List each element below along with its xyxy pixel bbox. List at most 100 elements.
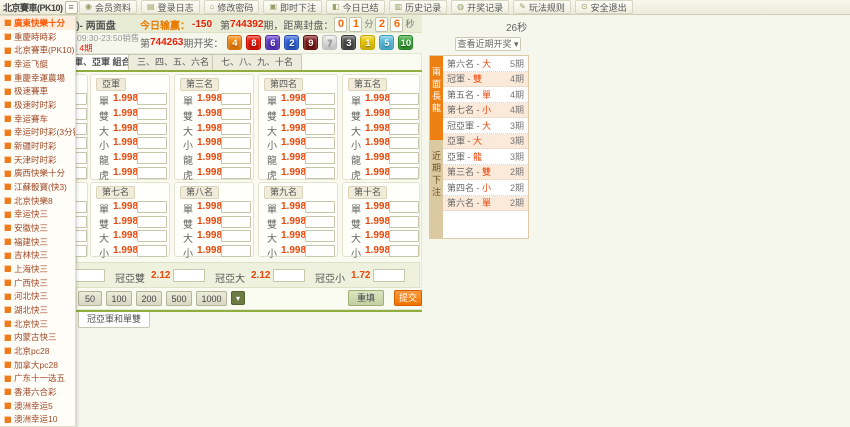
sum-bet-amount-input[interactable] xyxy=(173,269,205,282)
sidebar-item[interactable]: 极速时时彩 xyxy=(0,98,75,112)
bet-amount-input[interactable] xyxy=(389,137,419,149)
bet-amount-input[interactable] xyxy=(137,167,167,179)
sum-bet-amount-input[interactable] xyxy=(273,269,305,282)
sidebar-item[interactable]: 澳洲幸运5 xyxy=(0,399,75,413)
sidebar-item[interactable]: 广东十一选五 xyxy=(0,371,75,385)
sidebar-item[interactable]: 福建快三 xyxy=(0,235,75,249)
sidebar-item[interactable]: 香港六合彩 xyxy=(0,385,75,399)
sidebar-item[interactable]: 廣西快樂十分 xyxy=(0,166,75,180)
tab-bet-section[interactable]: 三、四、五、六名 xyxy=(128,54,218,70)
sidebar-item[interactable]: 极速賽車 xyxy=(0,84,75,98)
toolbar-button[interactable]: ◉会员资料 xyxy=(79,0,137,14)
bet-amount-input[interactable] xyxy=(221,167,251,179)
bet-amount-input[interactable] xyxy=(221,245,251,257)
toolbar-button[interactable]: ▥历史记录 xyxy=(389,0,448,14)
toolbar-button[interactable]: ◧今日已结 xyxy=(326,0,385,14)
chip-500[interactable]: 500 xyxy=(166,291,192,306)
bet-amount-input[interactable] xyxy=(221,201,251,213)
chip-1000[interactable]: 1000 xyxy=(196,291,227,306)
bet-amount-input[interactable] xyxy=(221,123,251,135)
sidebar-item[interactable]: 澳洲幸运10 xyxy=(0,412,75,426)
streak-panel-tab[interactable]: 近期下注 xyxy=(430,140,443,238)
toolbar-button[interactable]: ▣即时下注 xyxy=(263,0,322,14)
submit-button[interactable]: 提交 xyxy=(394,290,422,306)
sidebar-item[interactable]: 北京賽車(PK10) xyxy=(0,43,75,57)
sidebar-item[interactable]: 上海快三 xyxy=(0,262,75,276)
bet-amount-input[interactable] xyxy=(305,201,335,213)
bet-amount-input[interactable] xyxy=(221,93,251,105)
sidebar-item[interactable]: 北京pc28 xyxy=(0,344,75,358)
toolbar-button[interactable]: ⌂修改密码 xyxy=(204,0,260,14)
bet-amount-input[interactable] xyxy=(137,123,167,135)
sidebar-item[interactable]: 内蒙古快三 xyxy=(0,330,75,344)
toolbar-button[interactable]: ▤登录日志 xyxy=(141,0,200,14)
bet-amount-input[interactable] xyxy=(389,93,419,105)
sidebar-item[interactable]: 幸运快三 xyxy=(0,207,75,221)
bet-amount-input[interactable] xyxy=(305,108,335,120)
bet-amount-input[interactable] xyxy=(137,216,167,228)
bet-amount-input[interactable] xyxy=(137,108,167,120)
chip-50[interactable]: 50 xyxy=(78,291,102,306)
bet-amount-input[interactable] xyxy=(137,245,167,257)
sidebar-item[interactable]: 廣東快樂十分 xyxy=(0,16,75,30)
bet-amount-input[interactable] xyxy=(389,201,419,213)
toolbar-button[interactable]: ◍开奖记录 xyxy=(451,0,509,14)
bet-amount-input[interactable] xyxy=(389,167,419,179)
bet-amount-input[interactable] xyxy=(221,216,251,228)
bet-amount-input[interactable] xyxy=(389,123,419,135)
bet-amount-input[interactable] xyxy=(305,152,335,164)
sidebar-item[interactable]: 北京快三 xyxy=(0,317,75,331)
streak-panel-tab[interactable]: 兩面長龍 xyxy=(430,56,443,140)
bet-amount-input[interactable] xyxy=(221,108,251,120)
bet-amount-input[interactable] xyxy=(305,216,335,228)
bet-amount-input[interactable] xyxy=(221,230,251,242)
sidebar-item[interactable]: 新疆时时彩 xyxy=(0,139,75,153)
bet-amount-input[interactable] xyxy=(305,245,335,257)
chip-100[interactable]: 100 xyxy=(106,291,132,306)
bet-amount-input[interactable] xyxy=(137,230,167,242)
sidebar-item[interactable]: 河北快三 xyxy=(0,289,75,303)
toolbar-buttons: ◉会员资料 ▤登录日志 ⌂修改密码▣即时下注 ◧今日已结 ▥历史记录◍开奖记录 ✎玩法规则… xyxy=(76,0,633,14)
chip-200[interactable]: 200 xyxy=(136,291,162,306)
toolbar-button[interactable]: ✎玩法规则 xyxy=(513,0,571,14)
sidebar-item[interactable]: 幸运飞艇 xyxy=(0,57,75,71)
sidebar-item[interactable]: 北京快樂8 xyxy=(0,194,75,208)
sidebar-item[interactable]: 安徽快三 xyxy=(0,221,75,235)
sum-bet-amount-input[interactable] xyxy=(373,269,405,282)
bet-amount-input[interactable] xyxy=(389,216,419,228)
bet-amount-input[interactable] xyxy=(137,137,167,149)
bet-amount-input[interactable] xyxy=(221,137,251,149)
sidebar-item[interactable]: 广西快三 xyxy=(0,276,75,290)
recent-draws-button[interactable]: 查看近期开奖 ▾ xyxy=(455,37,521,51)
bet-amount-input[interactable] xyxy=(305,230,335,242)
bet-amount-input[interactable] xyxy=(137,152,167,164)
tab-sum-odd-even[interactable]: 冠亞軍和單雙 xyxy=(78,312,150,328)
bet-amount-input[interactable] xyxy=(137,93,167,105)
bet-amount-input[interactable] xyxy=(389,152,419,164)
sidebar-item[interactable]: 江蘇骰寶(快3) xyxy=(0,180,75,194)
sidebar-item[interactable]: 幸运賽车 xyxy=(0,112,75,126)
bet-amount-input[interactable] xyxy=(305,123,335,135)
toolbar-button-label: 修改密码 xyxy=(217,1,253,14)
sidebar-item[interactable]: 加拿大pc28 xyxy=(0,358,75,372)
bet-amount-input[interactable] xyxy=(389,108,419,120)
sidebar-item[interactable]: 吉林快三 xyxy=(0,248,75,262)
sidebar-item[interactable]: 重慶幸運農場 xyxy=(0,71,75,85)
more-chip-icon[interactable]: ▾ xyxy=(231,291,245,305)
toolbar-button[interactable]: ⊙安全退出 xyxy=(575,0,633,14)
bet-amount-input[interactable] xyxy=(389,245,419,257)
tab-bet-section[interactable]: 七、八、九、十名 xyxy=(212,54,302,70)
bet-amount-input[interactable] xyxy=(305,93,335,105)
reset-button[interactable]: 重填 xyxy=(348,290,384,306)
game-selector[interactable]: 北京賽車(PK10) ≡ xyxy=(0,1,76,14)
bet-amount-input[interactable] xyxy=(305,167,335,179)
sidebar-item[interactable]: 幸运时时彩(3分钟) xyxy=(0,125,75,139)
sidebar-item[interactable]: 重慶時時彩 xyxy=(0,30,75,44)
bet-amount-input[interactable] xyxy=(221,152,251,164)
sidebar-item[interactable]: 天津时时彩 xyxy=(0,153,75,167)
sum-bet-amount-input[interactable] xyxy=(73,269,105,282)
bet-amount-input[interactable] xyxy=(305,137,335,149)
bet-amount-input[interactable] xyxy=(137,201,167,213)
bet-amount-input[interactable] xyxy=(389,230,419,242)
sidebar-item[interactable]: 湖北快三 xyxy=(0,303,75,317)
